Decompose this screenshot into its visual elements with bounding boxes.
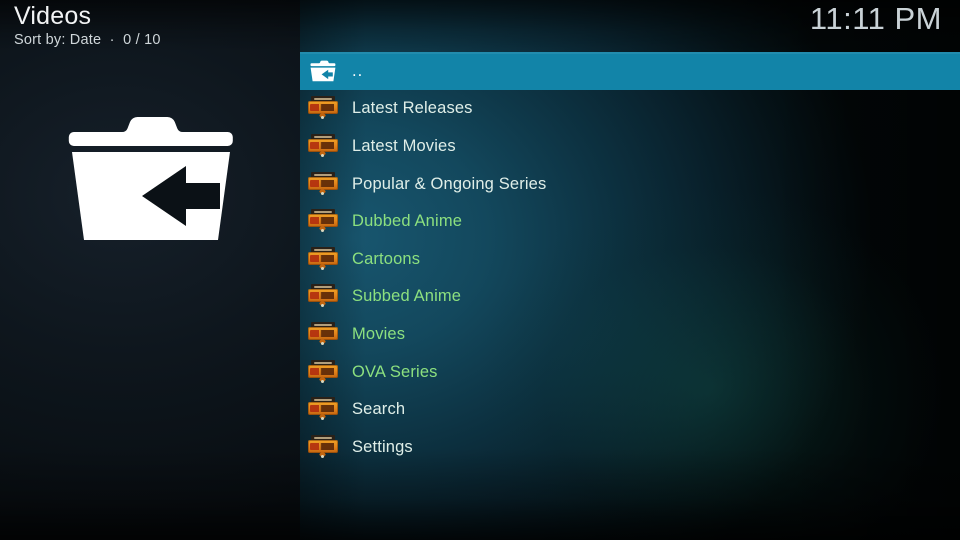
addon-thumb-icon — [308, 434, 338, 460]
file-list[interactable]: .. Latest Releases Latest Movies Popular & … — [300, 52, 960, 466]
list-item-label: OVA Series — [352, 362, 438, 381]
list-item[interactable]: Subbed Anime — [300, 278, 960, 316]
list-item-label: Cartoons — [352, 249, 421, 268]
list-item[interactable]: Search — [300, 390, 960, 428]
list-item[interactable]: Movies — [300, 315, 960, 353]
preview-panel-background — [0, 0, 300, 540]
page-header: Videos Sort by: Date · 0 / 10 — [14, 2, 161, 49]
list-item-label: Latest Releases — [352, 99, 473, 118]
list-item-label: Search — [352, 400, 406, 419]
list-item-label: Subbed Anime — [352, 287, 462, 306]
addon-thumb-icon — [308, 396, 338, 422]
sort-status-text: Sort by: Date · 0 / 10 — [14, 32, 161, 48]
addon-thumb-icon — [308, 359, 338, 385]
addon-thumb-icon — [308, 95, 338, 121]
list-item-label: Movies — [352, 324, 406, 343]
list-item[interactable]: Cartoons — [300, 240, 960, 278]
list-item[interactable]: Settings — [300, 428, 960, 466]
list-item[interactable]: Latest Movies — [300, 127, 960, 165]
parent-folder-icon — [68, 108, 234, 244]
addon-thumb-icon — [308, 246, 338, 272]
addon-thumb-icon — [308, 208, 338, 234]
list-item-label: Dubbed Anime — [352, 212, 463, 231]
page-title: Videos — [14, 2, 92, 30]
clock: 11:11 PM — [809, 1, 942, 36]
list-item-label: Popular & Ongoing Series — [352, 174, 547, 193]
kodi-file-browser-screen: Videos Sort by: Date · 0 / 10 11:11 PM .… — [0, 0, 960, 540]
list-item[interactable]: Dubbed Anime — [300, 202, 960, 240]
addon-thumb-icon — [308, 133, 338, 159]
list-item-label: Settings — [352, 437, 413, 456]
list-item[interactable]: OVA Series — [300, 353, 960, 391]
addon-thumb-icon — [308, 321, 338, 347]
list-item[interactable]: .. — [300, 52, 960, 90]
parent-folder-icon — [308, 58, 338, 84]
addon-thumb-icon — [308, 171, 338, 197]
list-item-label: Latest Movies — [352, 136, 456, 155]
list-item[interactable]: Latest Releases — [300, 90, 960, 128]
list-item[interactable]: Popular & Ongoing Series — [300, 165, 960, 203]
list-item-label: .. — [352, 61, 364, 80]
addon-thumb-icon — [308, 283, 338, 309]
